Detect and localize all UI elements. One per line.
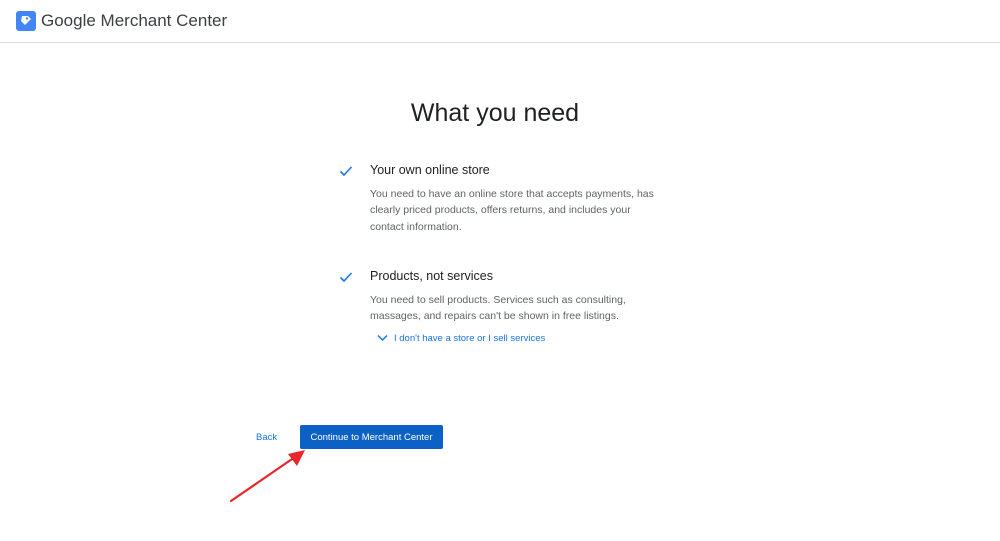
requirement-description-online-store: You need to have an online store that ac…: [370, 188, 654, 233]
check-icon: [339, 270, 353, 284]
back-button[interactable]: Back: [256, 432, 277, 443]
merchant-center-logo-icon[interactable]: [16, 11, 36, 31]
check-icon: [339, 164, 353, 178]
annotation-arrow-icon: [229, 450, 305, 503]
requirement-title-online-store: Your own online store: [370, 163, 490, 177]
app-title[interactable]: Google Merchant Center: [41, 11, 227, 31]
continue-to-merchant-center-button[interactable]: Continue to Merchant Center: [300, 425, 443, 449]
app-header: Google Merchant Center: [0, 0, 1000, 43]
no-store-expander-link[interactable]: I don't have a store or I sell services: [377, 333, 545, 344]
no-store-expander-label: I don't have a store or I sell services: [394, 333, 546, 344]
requirement-description-products: You need to sell products. Services such…: [370, 294, 626, 323]
requirement-title-products: Products, not services: [370, 269, 493, 283]
chevron-down-icon: [377, 335, 388, 342]
page-title: What you need: [410, 99, 580, 127]
